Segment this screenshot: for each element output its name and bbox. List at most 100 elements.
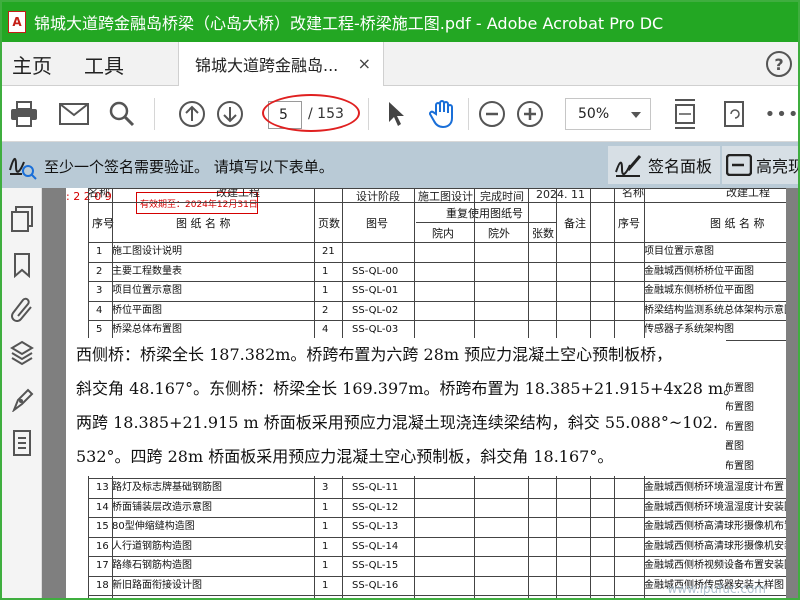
layers-icon[interactable] xyxy=(10,340,34,366)
row-pages: 21 xyxy=(322,246,335,257)
table-rule xyxy=(88,188,786,189)
tab-close-icon[interactable]: × xyxy=(358,54,371,73)
zoom-value: 50% xyxy=(578,106,610,122)
row-drawing-name: 路灯及标志牌基础钢筋图 xyxy=(112,482,222,493)
acrobat-window: A 锦城大道跨金融岛桥梁（心岛大桥）改建工程-桥梁施工图.pdf - Adobe… xyxy=(0,0,800,600)
row-drawing-name: 桥面铺装层改造示意图 xyxy=(112,501,212,513)
print-icon[interactable] xyxy=(8,98,40,130)
title-bar: A 锦城大道跨金融岛桥梁（心岛大桥）改建工程-桥梁施工图.pdf - Adobe… xyxy=(2,2,798,42)
table-rule xyxy=(88,536,786,538)
toolbar-separator xyxy=(154,98,155,130)
table-rule xyxy=(88,478,786,479)
right-col-seq: 序号 xyxy=(618,217,640,230)
search-icon[interactable] xyxy=(106,98,138,130)
row-drawing-name: 主要工程数量表 xyxy=(112,265,182,277)
row-drawing-no: SS-QL-14 xyxy=(352,540,399,552)
note-line: 两跨 18.385+21.915 m 桥面板采用预应力混凝土现浇连续梁结构，斜交… xyxy=(76,413,718,432)
mail-icon[interactable] xyxy=(58,98,90,130)
page-down-icon[interactable] xyxy=(214,98,246,130)
col-drawing-no: 图号 xyxy=(366,217,388,230)
signature-message: 至少一个签名需要验证。 请填写以下表单。 xyxy=(44,158,334,176)
row-drawing-no: SS-QL-03 xyxy=(352,324,399,335)
table-rule xyxy=(88,300,786,302)
zoom-select[interactable]: 50% xyxy=(565,98,651,130)
hand-icon[interactable] xyxy=(426,98,458,130)
row-drawing-name: 新旧路面衔接设计图 xyxy=(112,579,202,591)
zoom-in-icon[interactable] xyxy=(514,98,546,130)
right-row-drawing-name: 金融城西侧桥桥位平面图 xyxy=(644,265,754,277)
row-pages: 1 xyxy=(322,285,329,296)
document-view[interactable]: : 2 2 0 9 有效期至：2024年12月31日 名称 改建工程 设计阶段 … xyxy=(42,188,798,598)
row-pages: 3 xyxy=(322,482,329,493)
toolbar: / 153 ••• xyxy=(2,86,798,142)
row-drawing-no: SS-QL-02 xyxy=(352,304,399,316)
attachment-icon[interactable] xyxy=(10,296,34,322)
highlight-fields-label: 高亮现 xyxy=(756,157,800,176)
more-icon[interactable]: ••• xyxy=(765,98,798,130)
document-tab-label: 锦城大道跨金融岛... xyxy=(195,56,339,75)
fit-page-icon[interactable] xyxy=(670,98,700,130)
row-drawing-name: 桥梁总体布置图 xyxy=(112,324,182,335)
signature-panel-button[interactable]: 签名面板 xyxy=(608,146,720,184)
right-header-name-value: 改建工程 xyxy=(726,188,770,199)
row-pages: 2 xyxy=(322,304,329,316)
row-drawing-no: SS-QL-16 xyxy=(352,579,399,591)
menu-home[interactable]: 主页 xyxy=(12,50,52,79)
watermark: www.ipufuc.com xyxy=(667,582,766,596)
row-pages: 1 xyxy=(322,521,329,532)
row-pages: 1 xyxy=(322,501,329,513)
table-rule xyxy=(88,575,786,577)
chevron-down-icon xyxy=(631,112,641,118)
table-rule xyxy=(88,320,786,321)
note-line: 西侧桥：桥梁全长 187.382m。桥跨布置为六跨 28m 预应力混凝土空心预制… xyxy=(76,345,673,364)
sign-pen-icon xyxy=(615,155,642,177)
highlight-fields-icon xyxy=(726,154,752,176)
note-line: 斜交角 48.167°。东侧桥：桥梁全长 169.397m。桥跨布置为 18.3… xyxy=(76,379,740,398)
signature-notification-bar: 至少一个签名需要验证。 请填写以下表单。 签名面板 高亮现 xyxy=(2,142,798,188)
row-pages: 1 xyxy=(322,540,329,552)
row-drawing-no: SS-QL-11 xyxy=(352,482,399,493)
row-drawing-no: SS-QL-15 xyxy=(352,560,399,571)
rotate-icon[interactable] xyxy=(720,98,750,130)
right-row-drawing-name: 金融城东侧桥桥位平面图 xyxy=(644,285,754,296)
header-date-value: 2024. 11 xyxy=(536,188,585,201)
row-pages: 1 xyxy=(322,560,329,571)
bookmark-icon[interactable] xyxy=(10,252,34,278)
row-drawing-name: 桥位平面图 xyxy=(112,304,162,316)
right-row-drawing-name: 金融城西侧桥高清球形摄像机布置 xyxy=(644,521,786,532)
cursor-icon[interactable] xyxy=(382,98,410,130)
right-col-title: 图 纸 名 称 xyxy=(710,217,765,230)
note-line: 532°。四跨 28m 桥面板采用预应力混凝土空心预制板，斜交角 18.167°… xyxy=(76,447,614,466)
highlight-fields-button[interactable]: 高亮现 xyxy=(722,146,800,184)
table-rule xyxy=(88,242,786,243)
col-outside: 院外 xyxy=(488,227,510,240)
document-tab[interactable]: 锦城大道跨金融岛... × xyxy=(178,42,384,86)
row-drawing-no: SS-QL-01 xyxy=(352,285,399,296)
page-up-icon[interactable] xyxy=(176,98,208,130)
col-seq: 序号 xyxy=(92,217,114,230)
right-row-drawing-name: 金融城西侧桥环境温湿度计安装图 xyxy=(644,501,786,513)
table-rule xyxy=(88,497,786,499)
col-title: 图 纸 名 称 xyxy=(176,217,231,230)
menu-bar: 主页 工具 锦城大道跨金融岛... × ? xyxy=(2,42,798,86)
row-pages: 1 xyxy=(322,579,329,591)
page-total-label: / 153 xyxy=(308,106,344,122)
right-row-drawing-name: 金融城西侧桥视频设备布置安装图 xyxy=(644,560,786,571)
zoom-out-icon[interactable] xyxy=(476,98,508,130)
header-name-value: 改建工程 xyxy=(216,188,260,199)
table-rule xyxy=(88,517,786,518)
help-icon[interactable]: ? xyxy=(766,51,792,77)
page-thumbnails-icon[interactable] xyxy=(10,206,34,232)
col-inside: 院内 xyxy=(432,227,454,240)
signature-status-icon xyxy=(9,158,37,180)
document-properties-icon[interactable] xyxy=(10,430,34,456)
col-reuse: 重复使用图纸号 xyxy=(446,207,523,220)
right-row-drawing-name: 项目位置示意图 xyxy=(644,246,714,257)
table-rule xyxy=(88,202,786,203)
table-rule xyxy=(88,281,786,282)
signature-pen-icon[interactable] xyxy=(10,386,34,412)
col-sheets: 张数 xyxy=(532,227,554,240)
page-number-input[interactable] xyxy=(268,101,302,129)
menu-tools[interactable]: 工具 xyxy=(84,50,124,79)
right-row-drawing-name: 金融城西侧桥环境温湿度计布置 xyxy=(644,482,784,493)
